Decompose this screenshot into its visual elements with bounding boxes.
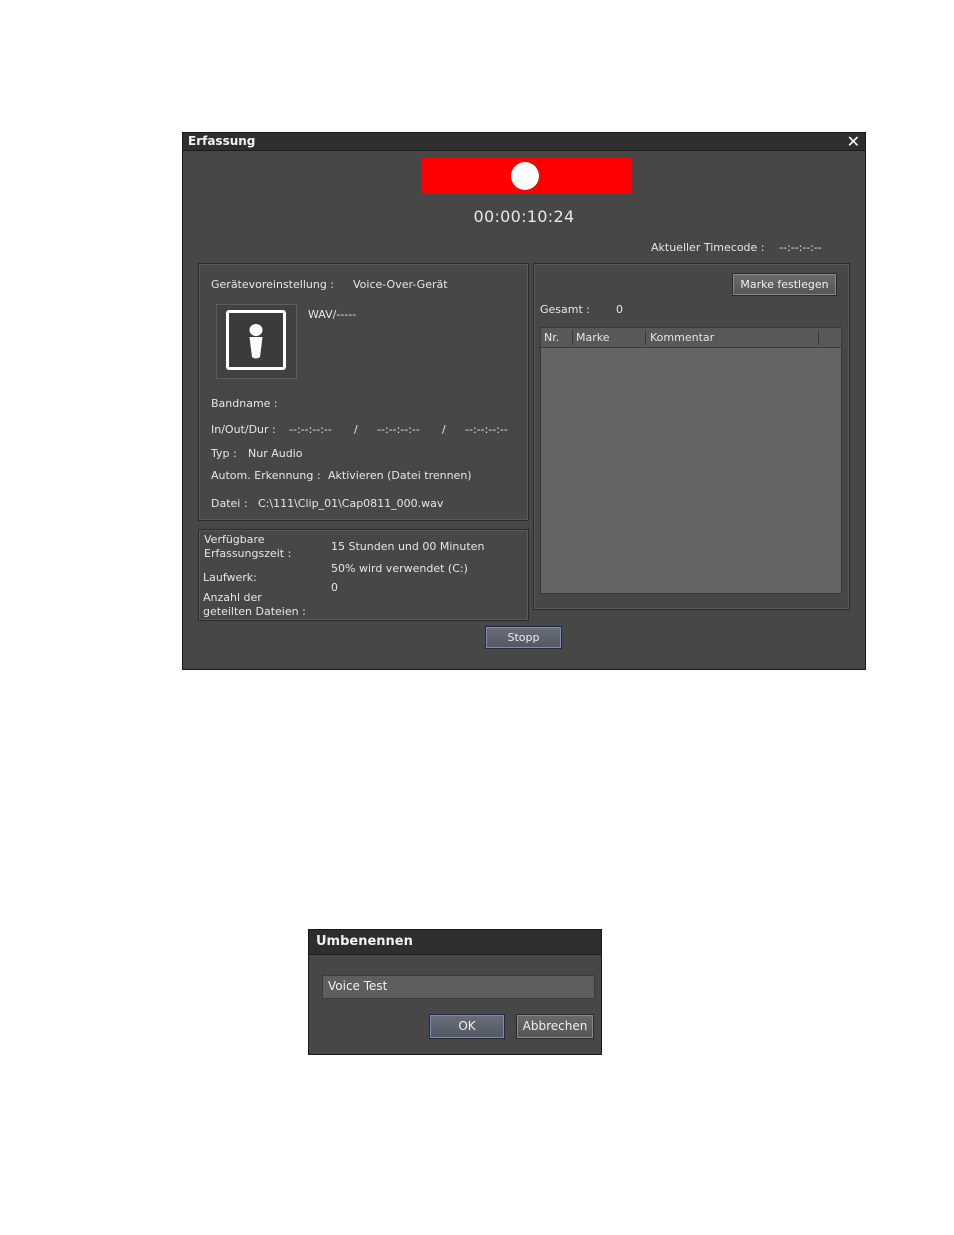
close-icon[interactable]: ✕ <box>847 132 860 151</box>
device-icon-frame <box>216 304 297 379</box>
capture-title: Erfassung <box>188 134 256 148</box>
type-label: Typ : <box>211 447 237 460</box>
cancel-button[interactable]: Abbrechen <box>516 1014 594 1039</box>
type-value: Nur Audio <box>248 447 303 460</box>
format-value: WAV/----- <box>308 308 357 321</box>
available-time-value: 15 Stunden und 00 Minuten <box>331 540 485 553</box>
device-preset-value: Voice-Over-Gerät <box>353 278 448 291</box>
file-value: C:\111\Clip_01\Cap0811_000.wav <box>258 497 444 510</box>
separator: / <box>354 423 358 436</box>
device-preset-label: Gerätevoreinstellung : <box>211 278 335 291</box>
split-files-label: Anzahl der <box>203 591 262 604</box>
current-timecode-value: --:--:--:-- <box>779 241 822 254</box>
drive-value: 50% wird verwendet (C:) <box>331 562 468 575</box>
ok-button[interactable]: OK <box>429 1014 505 1039</box>
rename-title: Umbenennen <box>316 934 413 949</box>
record-indicator <box>421 158 632 194</box>
capture-titlebar: Erfassung ✕ <box>183 132 865 151</box>
out-value: --:--:--:-- <box>377 423 420 436</box>
total-label: Gesamt : <box>540 303 590 316</box>
capture-dialog: Erfassung ✕ 00:00:10:24 Aktueller Timeco… <box>182 132 866 670</box>
microphone-icon <box>226 310 286 370</box>
rename-titlebar: Umbenennen <box>309 930 601 955</box>
drive-label: Laufwerk: <box>203 571 257 584</box>
set-marker-button[interactable]: Marke festlegen <box>732 273 837 296</box>
separator: / <box>442 423 446 436</box>
tape-name-label: Bandname : <box>211 397 278 410</box>
split-files-value: 0 <box>331 581 338 594</box>
column-header-comment[interactable]: Kommentar <box>650 331 714 344</box>
record-dot-icon <box>511 162 539 190</box>
auto-detect-value: Aktivieren (Datei trennen) <box>328 469 472 482</box>
available-time-label: Verfügbare <box>204 533 265 546</box>
rename-dialog: Umbenennen Voice Test OK Abbrechen <box>308 929 602 1055</box>
column-header-nr[interactable]: Nr. <box>544 331 559 344</box>
column-divider[interactable] <box>818 330 819 345</box>
column-divider[interactable] <box>645 330 646 345</box>
column-divider[interactable] <box>572 330 573 345</box>
current-timecode-label: Aktueller Timecode : <box>651 241 765 254</box>
split-files-label: geteilten Dateien : <box>203 605 306 618</box>
total-value: 0 <box>616 303 623 316</box>
device-info-panel: Gerätevoreinstellung : Voice-Over-Gerät … <box>198 263 529 521</box>
in-value: --:--:--:-- <box>289 423 332 436</box>
available-time-label: Erfassungszeit : <box>204 547 292 560</box>
marker-list-header: Nr. Marke Kommentar <box>541 328 841 348</box>
marker-list[interactable]: Nr. Marke Kommentar <box>540 327 842 594</box>
column-header-marker[interactable]: Marke <box>576 331 610 344</box>
rename-input[interactable]: Voice Test <box>322 975 595 999</box>
inoutdur-label: In/Out/Dur : <box>211 423 276 436</box>
auto-detect-label: Autom. Erkennung : <box>211 469 321 482</box>
capture-timecode: 00:00:10:24 <box>473 207 575 226</box>
stop-button[interactable]: Stopp <box>485 626 562 649</box>
dur-value: --:--:--:-- <box>465 423 508 436</box>
marker-panel: Marke festlegen Gesamt : 0 Nr. Marke Kom… <box>533 263 850 610</box>
file-label: Datei : <box>211 497 248 510</box>
capture-stats-panel: Verfügbare Erfassungszeit : 15 Stunden u… <box>198 529 529 621</box>
